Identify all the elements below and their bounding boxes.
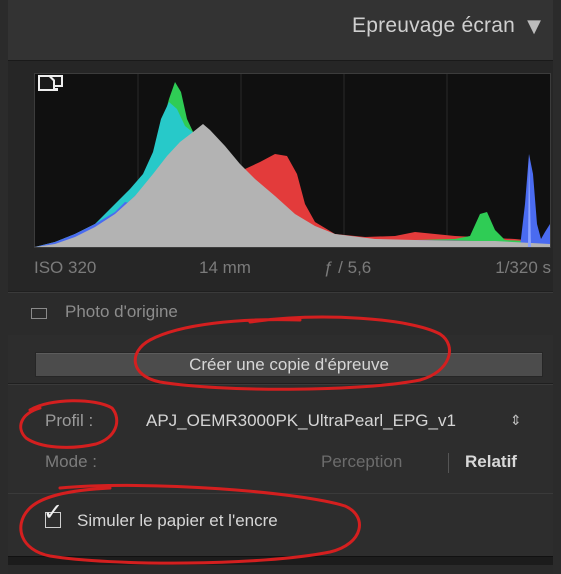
simulate-section: ✓ Simuler le papier et l'encre — [8, 493, 553, 556]
triangle-down-icon[interactable]: ▼ — [527, 16, 541, 37]
shutter-value: 1/320 s — [495, 258, 551, 277]
copy-section: Créer une copie d'épreuve — [8, 335, 553, 383]
profile-label: Profil : — [45, 411, 94, 430]
mode-divider — [448, 453, 449, 473]
profile-dropdown[interactable]: APJ_OEMR3000PK_UltraPearl_EPG_v1 — [146, 411, 456, 431]
iso-value: ISO 320 — [34, 258, 97, 277]
softproof-panel: Epreuvage écran ▼ ISO 320 14 mm ƒ / 5,6 … — [0, 0, 561, 574]
simulate-label: Simuler le papier et l'encre — [77, 511, 278, 530]
mode-perception-option[interactable]: Perception — [321, 452, 402, 472]
panel-title: Epreuvage écran — [352, 14, 515, 37]
panel-left-edge — [0, 0, 8, 574]
page-icon[interactable] — [35, 74, 57, 92]
profile-section: Profil : APJ_OEMR3000PK_UltraPearl_EPG_v… — [8, 384, 553, 493]
panel-right-edge — [553, 0, 561, 574]
original-photo-label: Photo d'origine — [65, 302, 178, 321]
panel-header[interactable]: Epreuvage écran ▼ — [8, 0, 553, 61]
histogram-panel: ISO 320 14 mm ƒ / 5,6 1/320 s — [8, 61, 553, 291]
mode-label: Mode : — [45, 452, 97, 471]
focal-length-value: 14 mm — [199, 258, 251, 277]
original-photo-row[interactable]: Photo d'origine — [8, 292, 553, 336]
create-proof-copy-button[interactable]: Créer une copie d'épreuve — [35, 352, 543, 377]
exif-row: ISO 320 14 mm ƒ / 5,6 1/320 s — [34, 258, 551, 284]
mode-relatif-option[interactable]: Relatif — [465, 452, 517, 472]
histogram-graph — [35, 74, 550, 247]
checkmark-icon: ✓ — [43, 498, 64, 526]
original-photo-checkbox[interactable] — [31, 308, 47, 319]
histogram — [34, 73, 551, 248]
next-panel-edge — [8, 565, 553, 574]
updown-arrow-icon[interactable]: ⇕ — [510, 413, 522, 429]
aperture-value: ƒ / 5,6 — [324, 258, 372, 277]
